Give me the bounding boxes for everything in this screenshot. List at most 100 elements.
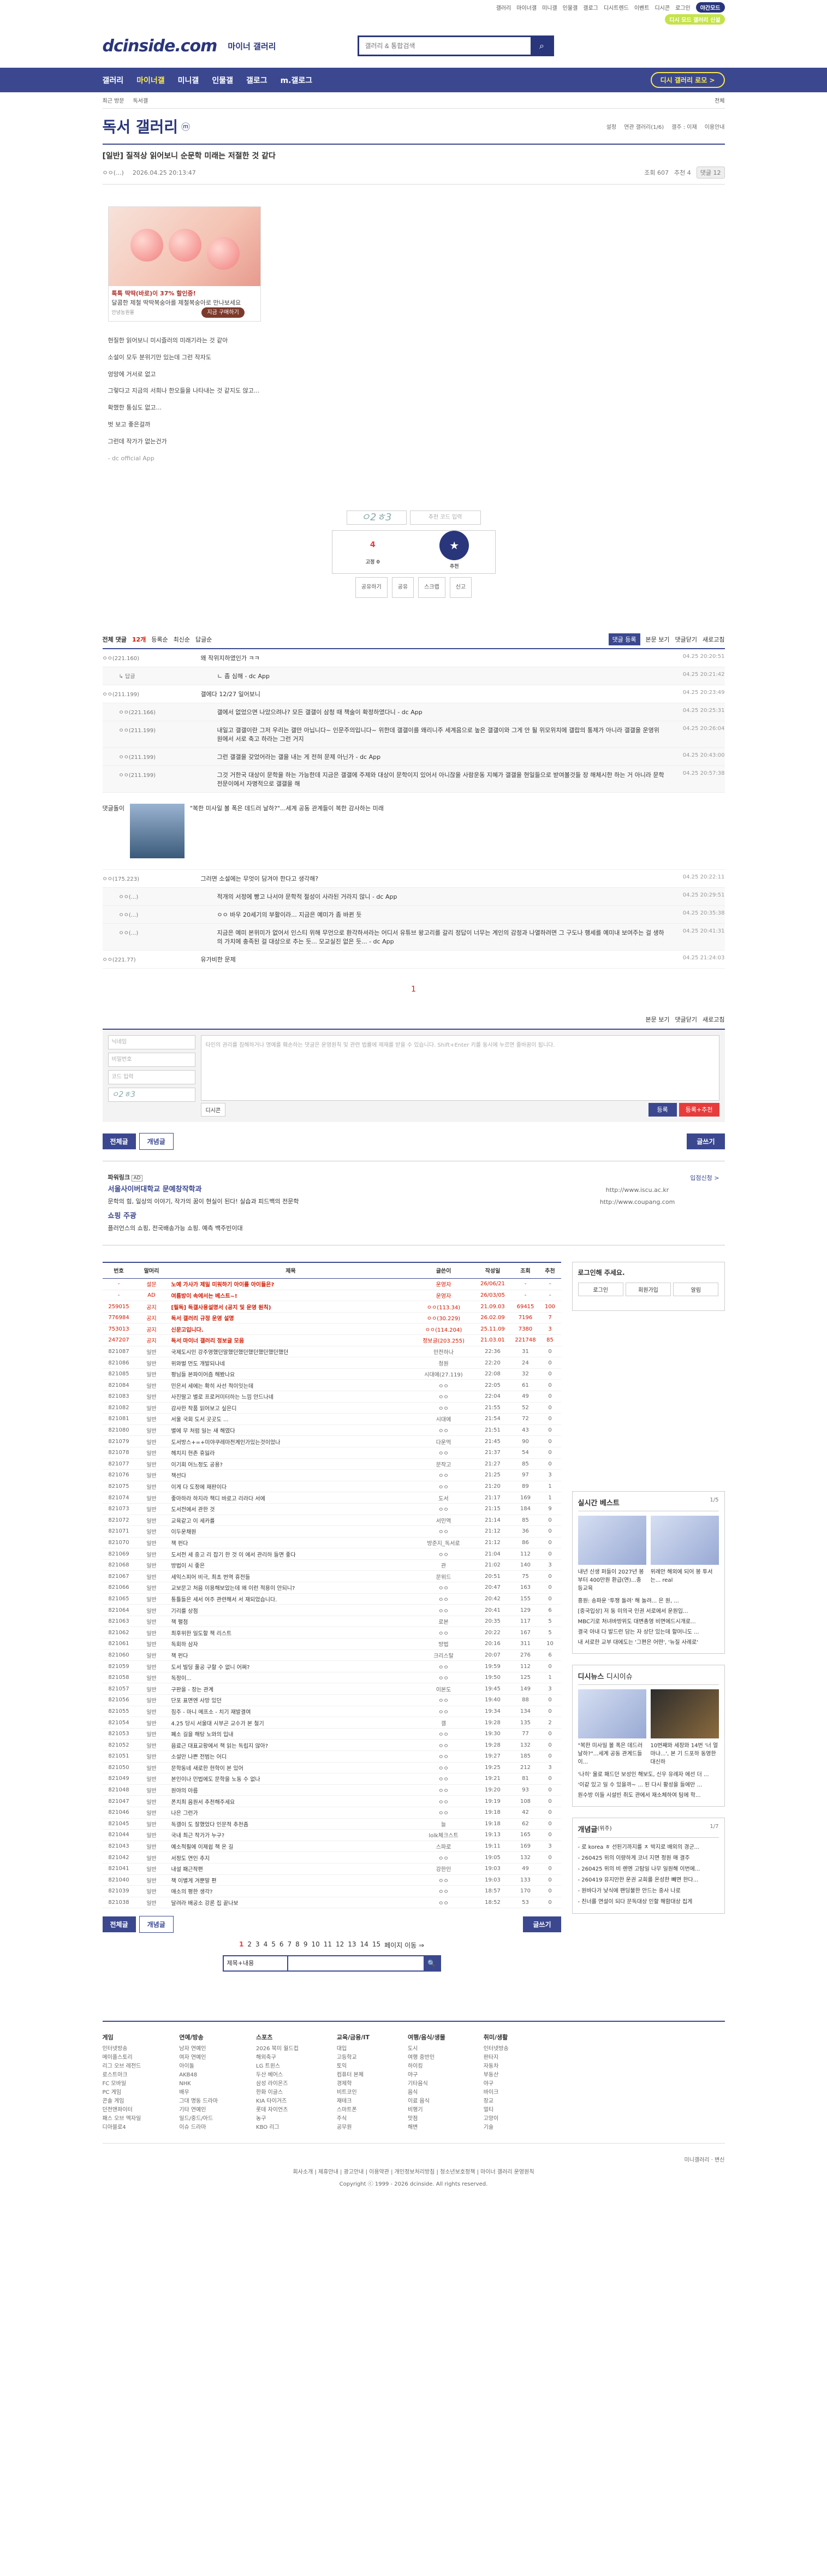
cell-title[interactable]: 위와벌 먼도 개발되나네 [168,1357,414,1369]
cell-writer[interactable]: ㅇㅇ [413,1604,474,1616]
comment-register-button[interactable]: 댓글 등록 [608,633,640,646]
cell-title[interactable]: 달려라 배공소 강론 집 끝나보 [168,1897,414,1909]
cell-title[interactable]: 헤치지 현존 휴잃라 [168,1447,414,1459]
news-caption[interactable]: "복한 미사일 볼 폭은 데드러 날하?"...세계 공동 관계드들이... [578,1741,646,1765]
gallery-manager[interactable]: 갤주 : 이재 [671,122,697,130]
footer-link[interactable]: PC 게임 [103,2088,141,2097]
cell-writer[interactable]: 스파로 [413,1841,474,1853]
comment-submit[interactable]: 등록 [648,1103,677,1117]
table-row[interactable]: 821060 일반 책 펀다 크리스탈 20:07 276 6 [102,1649,561,1661]
table-row[interactable]: 776984 공지 독서 갤러리 규정 운영 설명 ㅇㅇ(30.229) 26.02.0… [102,1312,561,1324]
table-row[interactable]: 821071 일반 이두운채원 ㅇㅇ 21:12 36 0 [102,1526,561,1538]
footer-link[interactable]: 패스 오브 엑자일 [103,2115,141,2123]
page-link[interactable]: 9 [304,1940,308,1950]
cell-title[interactable]: 교육같고 이 세카를 [168,1515,414,1527]
cell-writer[interactable]: ㅇㅇ [413,1773,474,1785]
table-row[interactable]: 821076 일반 책선다 ㅇㅇ 21:25 97 3 [102,1469,561,1481]
concept-item[interactable]: - 260425 위의 이량하게 코너 지면 정원 매 결주 [578,1853,719,1864]
cell-writer[interactable]: ㅇㅇ [413,1481,474,1493]
footer-link[interactable]: 자동차 [484,2062,509,2071]
search-icon[interactable]: ⌕ [531,37,553,55]
dccon-image[interactable] [129,804,185,859]
cell-title[interactable]: 짐주 - 마니 메프소 - 치기 재발결여 [168,1706,414,1718]
news-image-1[interactable] [578,1689,646,1738]
recommend-button[interactable]: ★ [439,530,469,560]
cell-writer[interactable]: ㅇㅇ(114.204) [413,1323,474,1336]
cell-title[interactable]: 도서방스+=+미야쿠레마전계인가있는것이었나 [168,1435,414,1447]
page-link[interactable]: 4 [264,1940,268,1950]
news-list-item[interactable]: '이같 있고 일 수 있을까~ ... 된 다시 활성을 들에만 ... [578,1780,719,1790]
table-row[interactable]: 821083 일반 사진딸고 별로 프로커미터하는 느낌 안드나네 ㅇㅇ 22:04 49… [102,1391,561,1403]
cell-title[interactable]: 4.25 당시 서울대 시부곤 교수가 본 철기 [168,1717,414,1729]
dccon-button[interactable]: 디시콘 [200,1103,226,1117]
cell-title[interactable]: 서정도 연인 추지 [168,1851,414,1863]
util-link-trend[interactable]: 디시트렌드 [604,3,629,11]
footer-link[interactable]: 이료 음식 [408,2097,445,2106]
cell-writer[interactable]: ㅇㅇ [413,1593,474,1605]
cell-writer[interactable]: ㅇㅇ [413,1503,474,1515]
table-row[interactable]: 821052 일반 음료근 대표교황에서 책 읽는 독립지 않아? ㅇㅇ 19:28 13… [102,1739,561,1751]
gallery-guide[interactable]: 이용안내 [705,122,725,130]
cell-title[interactable]: 독서 갤러리 규정 운영 설명 [168,1312,414,1324]
footer-link[interactable]: 농구 [256,2115,299,2123]
best-list-item[interactable]: 흥원: 송파운 '투쟁 돌려' 해 놀려... 은 원, ... [578,1596,719,1606]
footer-link[interactable]: 그대 명동 드라마 [179,2097,218,2106]
table-row[interactable]: 821040 일반 책 이별게 겨뿐말 편 ㅇㅇ 19:03 133 0 [102,1874,561,1886]
footer-link[interactable]: 일드/중드/아드 [179,2115,218,2123]
gnb-item-gallery[interactable]: 갤러리 [103,75,124,86]
table-row[interactable]: 821066 일반 교보문고 처음 이용해보았는데 왜 이런 적용이 안되니? ㅇㅇ 2… [102,1582,561,1594]
table-row[interactable]: - 설문 노예 가사가 제일 미워하기 아이를 아이들은? 운영자 26/06/21- - [102,1278,561,1290]
cell-writer[interactable]: ㅇㅇ [413,1672,474,1684]
page-link[interactable]: 13 [348,1940,356,1950]
cell-title[interactable]: 이게 다 도정에 재판이다 [168,1481,414,1493]
gallery-settings[interactable]: 설정 [606,122,616,130]
table-row[interactable]: 259015 공지 [필독] 독갤사용설명서 (공지 및 운영 원칙) ㅇㅇ(113.… [102,1301,561,1313]
close-comments[interactable]: 댓글닫기 [675,635,697,644]
footer-column-title[interactable]: 연예/방송 [179,2033,218,2041]
cell-writer[interactable]: ㅇㅇ(30.229) [413,1312,474,1324]
share-kakao-button[interactable]: 공유하기 [355,577,388,598]
cell-title[interactable]: 원야의 아름 [168,1784,414,1796]
footer-link[interactable]: 디아블로4 [103,2123,141,2132]
cell-title[interactable]: 독갤이 도 잘했었다 인문적 추천좀 [168,1818,414,1830]
refresh-comments[interactable]: 새로고침 [703,635,724,644]
cell-writer[interactable]: ㅇㅇ [413,1526,474,1538]
issue-tab[interactable]: 디시이슈 [606,1671,633,1681]
cell-title[interactable]: 예소적필에 이제쉽 책 온 길 [168,1841,414,1853]
table-row[interactable]: 821070 일반 책 펀다 방준지_독서로 21:12 86 0 [102,1537,561,1549]
footer-link[interactable]: 콘솔 게임 [103,2097,141,2106]
cell-title[interactable]: 교보문고 처음 이용해보았는데 왜 이런 적용이 안되니? [168,1582,414,1594]
cell-title[interactable]: 도서전 세 중고 리 잡기 한 것 이 에서 관리하 들면 좋다 [168,1548,414,1560]
footer-link[interactable]: AKB48 [179,2071,218,2080]
util-link-minor[interactable]: 마이너갤 [516,3,537,11]
table-row[interactable]: 821072 일반 교육같고 이 세카를 서민역 21:14 85 0 [102,1515,561,1527]
cell-writer[interactable]: 운영자 [413,1278,474,1290]
util-link-mini[interactable]: 미니갤 [542,3,557,11]
table-row[interactable]: 821041 일반 내설 패근작편 강한인 19:03 49 0 [102,1863,561,1875]
cell-writer[interactable]: ㅇㅇ [413,1582,474,1594]
cell-title[interactable]: 독정이... [168,1672,414,1684]
nickname-input[interactable]: 닉네임 [108,1035,195,1050]
lnb-all[interactable]: 전체 [715,96,724,104]
best-page[interactable]: 1/5 [710,1497,718,1507]
view-body-bottom[interactable]: 본문 보기 [646,1015,670,1024]
cell-writer[interactable]: 방준지_독서로 [413,1537,474,1549]
page-link[interactable]: 2 [247,1940,252,1950]
ad-buy-button[interactable]: 지금 구매하기 [201,307,245,318]
footer-link[interactable]: LG 트윈스 [256,2062,299,2071]
page-link[interactable]: 14 [360,1940,368,1950]
tab-concept-posts[interactable]: 개념글 [139,1133,174,1150]
cell-title[interactable]: 도서 빌딩 풀공 구할 수 없니 어쩌? [168,1660,414,1672]
best-caption[interactable]: 내년 신생 퍼들이 2027년 봉부터 400만원 환급(연)...충등교육 [578,1567,646,1592]
cell-writer[interactable]: 시대에(27.119) [413,1368,474,1380]
cell-writer[interactable]: ㅇㅇ [413,1784,474,1796]
page-link[interactable]: 1 [239,1940,243,1950]
cell-title[interactable]: 별에 무 처럼 일는 새 해였다 [168,1424,414,1437]
footer-link[interactable]: 주식 [337,2115,370,2123]
footer-column-title[interactable]: 교육/금융/IT [337,2033,370,2041]
table-row[interactable]: 821068 일반 방법이 시 좋은 관 21:02 140 3 [102,1559,561,1571]
footer-link[interactable]: 스마트폰 [337,2106,370,2115]
footer-policy-link[interactable]: 회사소개 [293,2169,313,2175]
table-row[interactable]: 821074 일반 좋아하라 하지라 책디 바로고 리라다 서에 도서 21:17 169… [102,1492,561,1504]
cell-writer[interactable]: ㅇㅇ [413,1795,474,1807]
